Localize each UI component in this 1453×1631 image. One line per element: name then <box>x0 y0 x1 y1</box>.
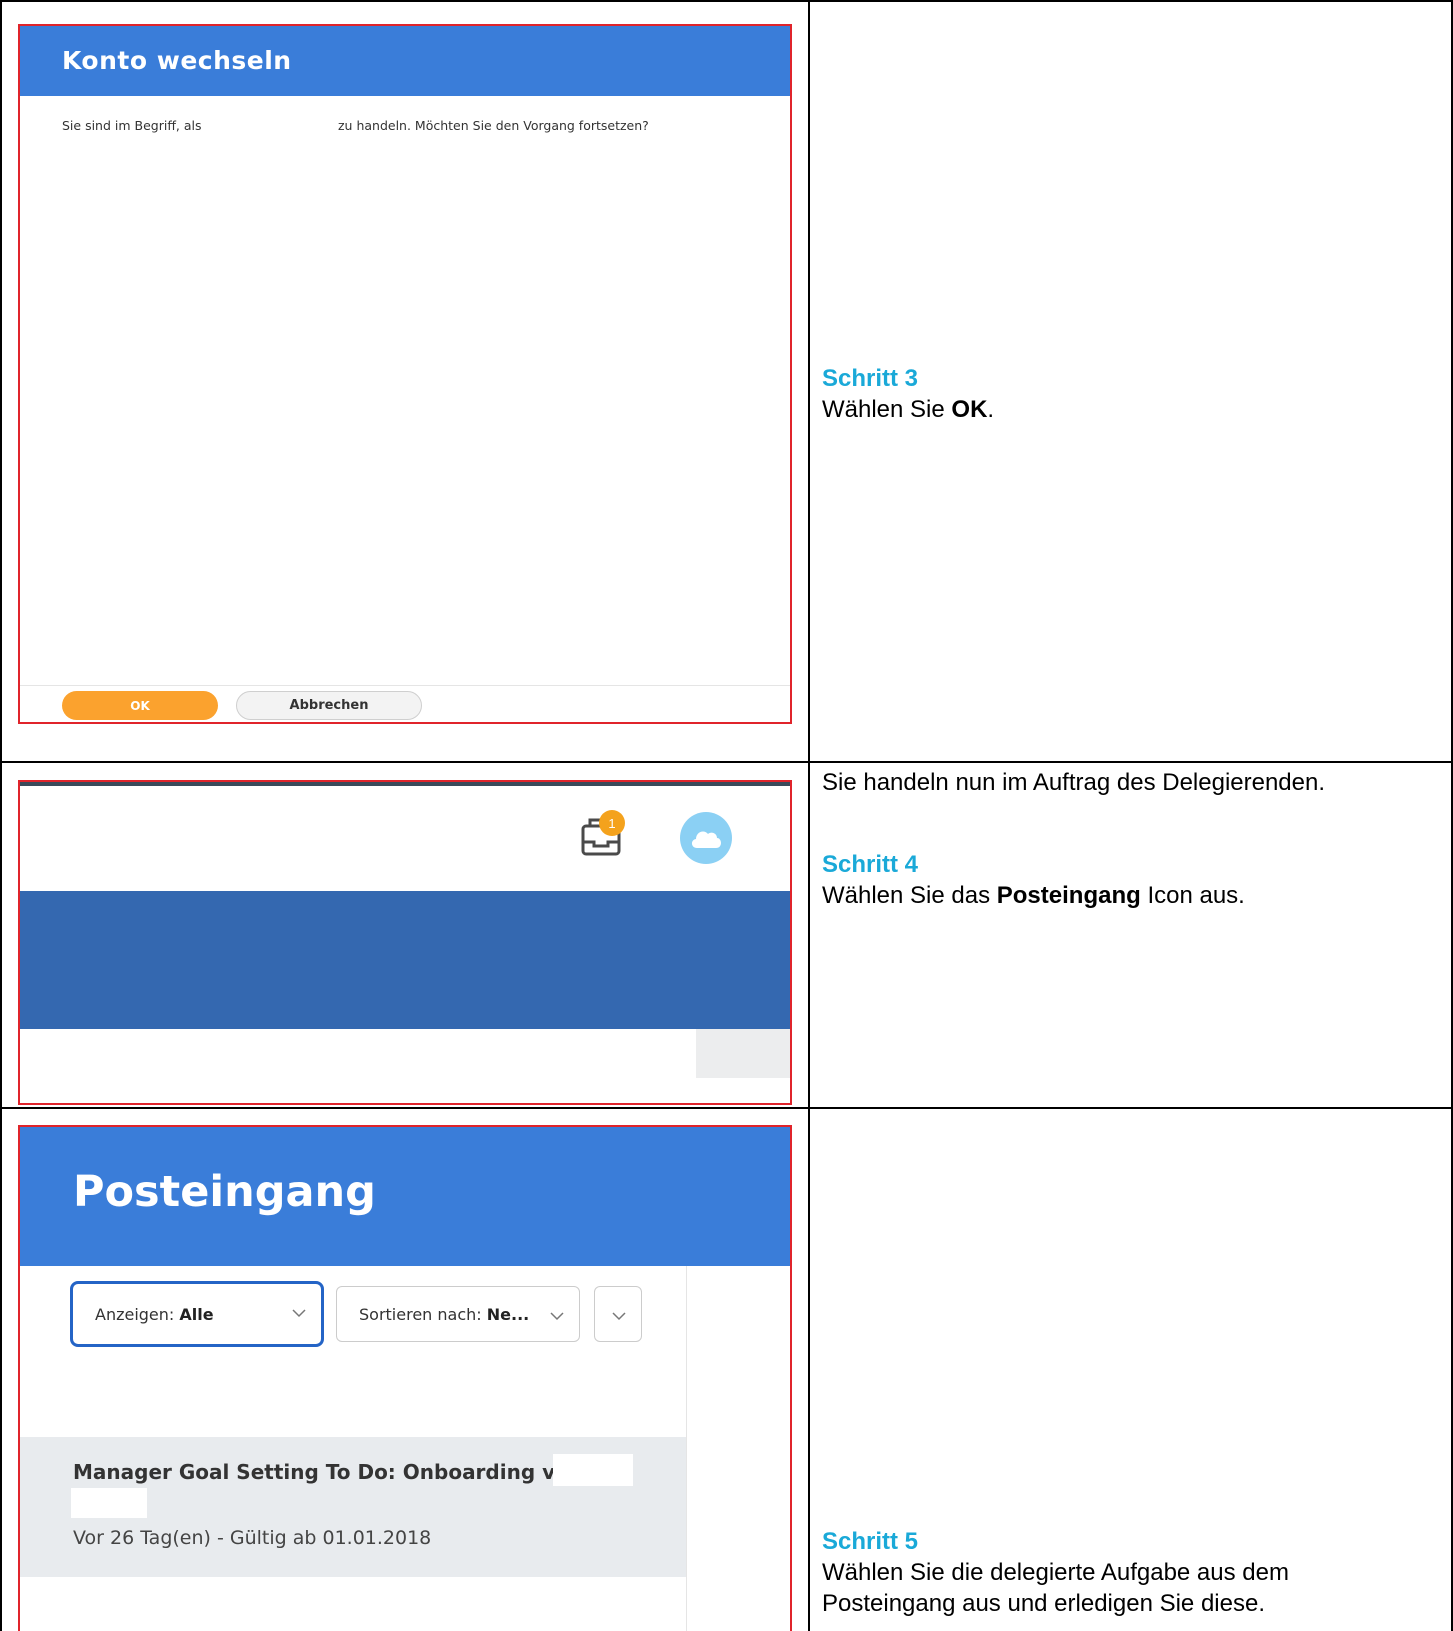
table-border-top <box>0 0 1453 2</box>
sort-label: Sortieren nach: Ne... <box>359 1304 530 1324</box>
sort-dropdown[interactable]: Sortieren nach: Ne... <box>336 1286 580 1342</box>
step3-instructions: Schritt 3 Wählen Sie OK. <box>822 363 994 425</box>
dialog-title: Konto wechseln <box>62 46 292 75</box>
step4-screenshot: 1 <box>18 780 792 1105</box>
task-meta: Vor 26 Tag(en) - Gültig ab 01.01.2018 <box>73 1527 432 1549</box>
dialog-message-part2: zu handeln. Möchten Sie den Vorgang fort… <box>338 118 649 133</box>
inbox-badge: 1 <box>599 810 625 836</box>
inbox-title: Posteingang <box>73 1167 376 1217</box>
step5-heading: Schritt 5 <box>822 1528 919 1555</box>
show-filter-dropdown[interactable]: Anzeigen: Alle <box>70 1281 324 1347</box>
content-side-area <box>696 1029 790 1078</box>
step5-text-line1: Wählen Sie die delegierte Aufgabe aus de… <box>822 1559 1289 1586</box>
content-area <box>20 1029 696 1078</box>
step3-text-bold: OK <box>951 396 988 423</box>
task-title: Manager Goal Setting To Do: Onboarding v… <box>73 1460 584 1484</box>
cloud-avatar-icon[interactable] <box>680 812 732 864</box>
more-options-dropdown[interactable] <box>594 1286 642 1342</box>
step3-heading: Schritt 3 <box>822 365 919 392</box>
step4-instructions: Schritt 4 Wählen Sie das Posteingang Ico… <box>822 849 1245 911</box>
step3-screenshot: Konto wechseln Sie sind im Begriff, als … <box>18 24 792 724</box>
step5-text-line2: Posteingang aus und erledigen Sie diese. <box>822 1590 1265 1617</box>
inbox-icon[interactable]: 1 <box>580 810 628 856</box>
show-filter-label: Anzeigen: Alle <box>95 1304 214 1324</box>
dialog-message-part1: Sie sind im Begriff, als <box>62 118 202 133</box>
chevron-down-icon <box>291 1303 307 1322</box>
table-row-divider-1 <box>0 761 1453 763</box>
top-bar-edge <box>20 782 790 786</box>
step4-text: Wählen Sie das Posteingang Icon aus. <box>822 882 1245 909</box>
dialog-footer-divider <box>20 685 790 686</box>
step5-instructions: Schritt 5 Wählen Sie die delegierte Aufg… <box>822 1526 1289 1619</box>
step3-text: Wählen Sie OK. <box>822 396 995 423</box>
cancel-button[interactable]: Abbrechen <box>236 691 422 720</box>
redaction-box <box>71 1488 147 1518</box>
chevron-down-icon <box>611 1306 627 1325</box>
table-column-divider <box>808 0 810 1631</box>
inbox-detail-panel <box>686 1266 790 1631</box>
inbox-header: Posteingang <box>20 1127 790 1266</box>
step5-screenshot: Posteingang Anzeigen: Alle Sortieren nac… <box>18 1125 792 1631</box>
inbox-task-item[interactable]: Manager Goal Setting To Do: Onboarding v… <box>20 1437 686 1577</box>
header-banner <box>20 891 790 1029</box>
dialog-header: Konto wechseln <box>20 26 790 96</box>
ok-button[interactable]: OK <box>62 691 218 720</box>
step4-intro: Sie handeln nun im Auftrag des Delegiere… <box>822 769 1326 796</box>
table-border-left <box>0 0 2 1631</box>
redaction-box <box>553 1454 633 1486</box>
table-row-divider-2 <box>0 1107 1453 1109</box>
chevron-down-icon <box>549 1306 565 1325</box>
step4-heading: Schritt 4 <box>822 851 919 878</box>
step4-text-bold: Posteingang <box>996 882 1141 909</box>
